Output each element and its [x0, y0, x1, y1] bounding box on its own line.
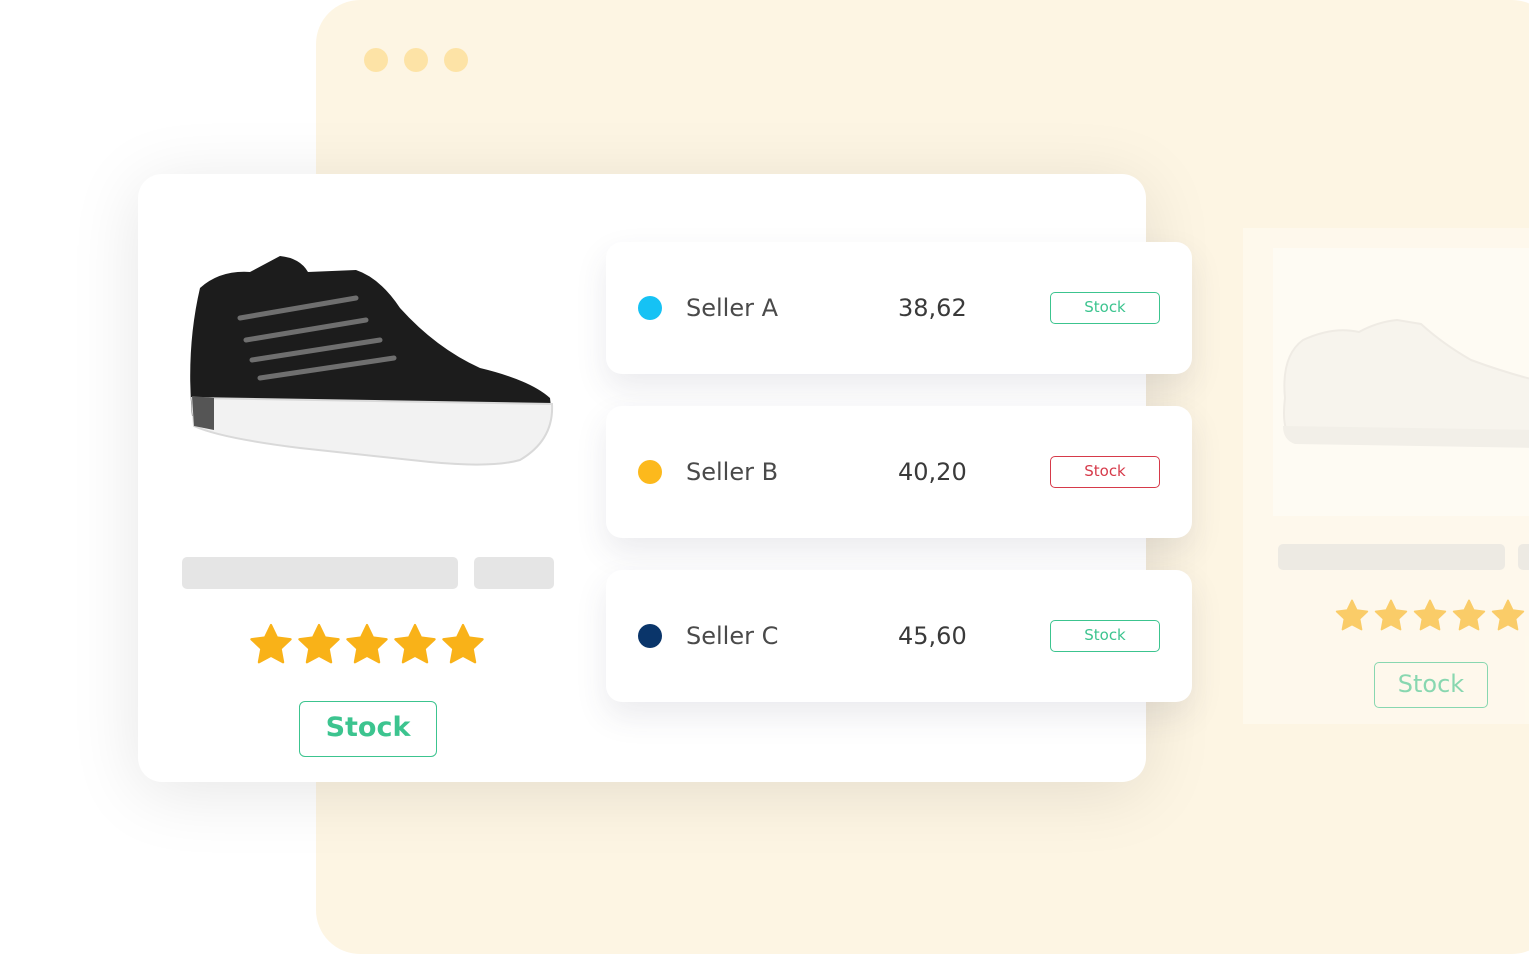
seller-color-dot [638, 624, 662, 648]
star-icon [1334, 598, 1370, 634]
seller-name: Seller C [686, 622, 779, 650]
stock-button[interactable]: Stock [1050, 620, 1160, 652]
black-sneaker-icon [190, 256, 554, 466]
seller-card-b[interactable]: Seller B 40,20 Stock [606, 406, 1192, 538]
star-icon [1373, 598, 1409, 634]
star-icon [1412, 598, 1448, 634]
product-stock-button[interactable]: Stock [299, 701, 437, 757]
seller-name: Seller A [686, 294, 779, 322]
seller-price: 45,60 [898, 622, 967, 650]
star-icon [1451, 598, 1487, 634]
product-rating-stars [248, 622, 488, 668]
product-title-placeholder [1278, 544, 1505, 570]
seller-name: Seller B [686, 458, 779, 486]
product-price-placeholder [1518, 544, 1529, 570]
white-sneaker-icon [1283, 318, 1529, 448]
star-icon [296, 622, 342, 668]
seller-card-a[interactable]: Seller A 38,62 Stock [606, 242, 1192, 374]
window-control-dot [404, 48, 428, 72]
seller-price: 40,20 [898, 458, 967, 486]
secondary-rating-stars [1334, 598, 1529, 634]
product-price-placeholder [474, 557, 554, 589]
star-icon [1490, 598, 1526, 634]
secondary-product-image [1273, 248, 1529, 516]
star-icon [248, 622, 294, 668]
secondary-stock-button[interactable]: Stock [1374, 662, 1488, 708]
star-icon [392, 622, 438, 668]
star-icon [344, 622, 390, 668]
stock-button[interactable]: Stock [1050, 292, 1160, 324]
secondary-product-card: Stock [1243, 228, 1529, 724]
window-control-dot [444, 48, 468, 72]
seller-color-dot [638, 296, 662, 320]
window-control-dot [364, 48, 388, 72]
seller-price: 38,62 [898, 294, 967, 322]
seller-card-c[interactable]: Seller C 45,60 Stock [606, 570, 1192, 702]
stock-button[interactable]: Stock [1050, 456, 1160, 488]
star-icon [440, 622, 486, 668]
product-title-placeholder [182, 557, 458, 589]
seller-color-dot [638, 460, 662, 484]
